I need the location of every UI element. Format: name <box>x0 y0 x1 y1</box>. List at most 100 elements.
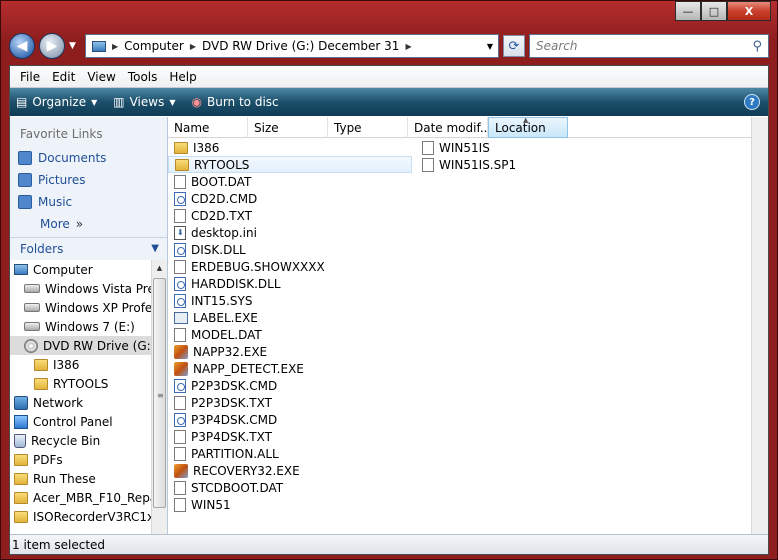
minimize-button[interactable]: — <box>675 1 701 21</box>
file-icon <box>174 174 186 189</box>
file-item[interactable]: HARDDISK.DLL <box>168 275 418 292</box>
tree-item[interactable]: Recycle Bin <box>10 431 151 450</box>
file-item[interactable]: P3P4DSK.CMD <box>168 411 418 428</box>
file-item[interactable]: P2P3DSK.CMD <box>168 377 418 394</box>
file-list-scrollbar[interactable] <box>751 117 768 534</box>
file-item[interactable]: P2P3DSK.TXT <box>168 394 418 411</box>
recent-pages-dropdown[interactable]: ▼ <box>69 41 81 51</box>
file-item[interactable]: LABEL.EXE <box>168 309 418 326</box>
organize-button[interactable]: ▤ Organize ▼ <box>16 95 97 109</box>
sys-icon <box>174 293 186 308</box>
favorite-music[interactable]: Music <box>10 191 167 213</box>
exe-icon <box>174 311 188 324</box>
menu-tools[interactable]: Tools <box>122 70 164 84</box>
help-icon[interactable]: ? <box>744 94 760 110</box>
favorite-more[interactable]: More » <box>10 213 167 235</box>
search-input[interactable] <box>536 39 753 53</box>
file-item[interactable]: I386 <box>168 139 418 156</box>
file-item[interactable]: P3P4DSK.TXT <box>168 428 418 445</box>
tree-item[interactable]: Acer_MBR_F10_Repa <box>10 488 151 507</box>
breadcrumb-separator-icon[interactable]: ▶ <box>405 42 411 51</box>
breadcrumb-computer[interactable]: Computer <box>124 39 184 53</box>
menu-help[interactable]: Help <box>163 70 202 84</box>
tree-item[interactable]: Windows Vista Pre <box>10 279 151 298</box>
tree-scrollbar[interactable]: ▲ ≡ <box>151 260 167 534</box>
file-item[interactable]: CD2D.TXT <box>168 207 418 224</box>
file-item[interactable]: CD2D.CMD <box>168 190 418 207</box>
tree-item[interactable]: DVD RW Drive (G:) <box>10 336 151 355</box>
tree-item[interactable]: I386 <box>10 355 151 374</box>
views-button[interactable]: ▥ Views ▼ <box>113 95 175 109</box>
tree-item[interactable]: PDFs <box>10 450 151 469</box>
close-button[interactable]: X <box>727 1 771 21</box>
tree-item[interactable]: Network <box>10 393 151 412</box>
column-location[interactable]: ▲ Location <box>488 117 568 138</box>
tree-item[interactable]: Windows XP Profe <box>10 298 151 317</box>
folder-icon <box>14 453 28 466</box>
scroll-grip-icon: ≡ <box>157 391 164 400</box>
file-item[interactable]: NAPP_DETECT.EXE <box>168 360 418 377</box>
column-size[interactable]: Size <box>248 117 328 138</box>
file-item[interactable]: PARTITION.ALL <box>168 445 418 462</box>
tree-item[interactable]: Computer <box>10 260 151 279</box>
file-item[interactable]: RYTOOLS <box>168 156 412 173</box>
file-item[interactable]: STCDBOOT.DAT <box>168 479 418 496</box>
recycle-bin-icon <box>14 433 26 448</box>
back-button[interactable]: ◀ <box>9 33 35 59</box>
file-icon <box>174 259 186 274</box>
napp-icon <box>174 361 188 376</box>
file-icon <box>174 497 186 512</box>
file-item-label: CD2D.TXT <box>191 208 252 223</box>
search-icon[interactable]: ⚲ <box>752 39 762 54</box>
file-item[interactable]: NAPP32.EXE <box>168 343 418 360</box>
maximize-button[interactable]: □ <box>701 1 727 21</box>
tree-item[interactable]: RYTOOLS <box>10 374 151 393</box>
column-type[interactable]: Type <box>328 117 408 138</box>
chevron-down-icon: ▼ <box>91 97 98 107</box>
file-item[interactable]: MODEL.DAT <box>168 326 418 343</box>
favorite-documents[interactable]: Documents <box>10 147 167 169</box>
breadcrumb-separator-icon[interactable]: ▶ <box>190 42 196 51</box>
refresh-icon: ⟳ <box>508 38 520 54</box>
scroll-up-arrow-icon[interactable]: ▲ <box>152 260 167 276</box>
tree-item[interactable]: Windows 7 (E:) <box>10 317 151 336</box>
file-item[interactable]: INT15.SYS <box>168 292 418 309</box>
address-bar[interactable]: ▶ Computer ▶ DVD RW Drive (G:) December … <box>85 34 499 58</box>
file-item-label: NAPP_DETECT.EXE <box>193 361 304 376</box>
tree-item[interactable]: Run These <box>10 469 151 488</box>
organize-label: Organize <box>32 95 87 109</box>
tree-item[interactable]: Control Panel <box>10 412 151 431</box>
scrollbar-thumb[interactable]: ≡ <box>153 278 166 508</box>
file-item-label: WIN51 <box>191 497 231 512</box>
refresh-button[interactable]: ⟳ <box>503 35 525 57</box>
drive-icon <box>24 322 40 331</box>
file-item[interactable]: desktop.ini <box>168 224 418 241</box>
tree-item[interactable]: ISORecorderV3RC1x6 <box>10 507 151 526</box>
file-item[interactable]: WIN51IS <box>416 139 616 156</box>
file-item[interactable]: RECOVERY32.EXE <box>168 462 418 479</box>
file-icon <box>422 140 434 155</box>
computer-icon <box>92 40 106 52</box>
breadcrumb-dvd-drive[interactable]: DVD RW Drive (G:) December 31 <box>202 39 399 53</box>
favorite-pictures[interactable]: Pictures <box>10 169 167 191</box>
file-item[interactable]: WIN51IS.SP1 <box>416 156 616 173</box>
menu-file[interactable]: File <box>14 70 46 84</box>
column-date-modified[interactable]: Date modif... <box>408 117 488 138</box>
folders-header[interactable]: Folders ▼ <box>10 237 167 259</box>
forward-button[interactable]: ▶ <box>39 33 65 59</box>
file-item[interactable]: ERDEBUG.SHOWXXXX <box>168 258 418 275</box>
file-item[interactable]: WIN51 <box>168 496 418 513</box>
tree-item-label: DVD RW Drive (G:) <box>43 338 151 353</box>
menu-view[interactable]: View <box>81 70 121 84</box>
tree-item-label: Computer <box>33 262 93 277</box>
tree-item-label: Windows Vista Pre <box>45 281 151 296</box>
burn-to-disc-button[interactable]: ◉ Burn to disc <box>192 95 279 109</box>
menu-edit[interactable]: Edit <box>46 70 81 84</box>
file-item-label: NAPP32.EXE <box>193 344 268 359</box>
file-item[interactable]: DISK.DLL <box>168 241 418 258</box>
column-name[interactable]: Name <box>168 117 248 138</box>
address-dropdown-icon[interactable]: ▼ <box>482 42 498 51</box>
file-item[interactable]: BOOT.DAT <box>168 173 418 190</box>
search-box[interactable]: ⚲ <box>529 34 769 58</box>
breadcrumb-separator-icon[interactable]: ▶ <box>112 42 118 51</box>
